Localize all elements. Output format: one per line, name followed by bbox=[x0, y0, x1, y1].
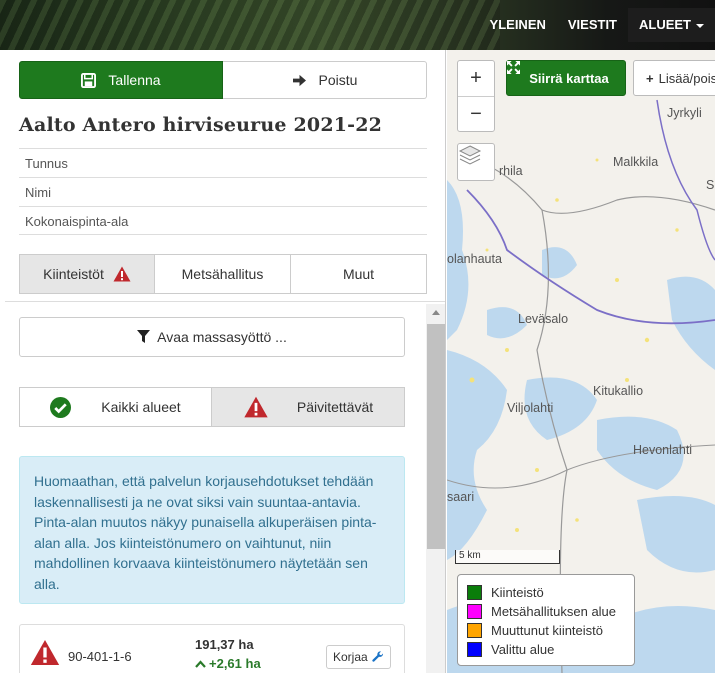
chevron-up-icon bbox=[195, 656, 206, 671]
caret-down-icon bbox=[696, 23, 704, 28]
area-change-value: +2,61 ha bbox=[209, 656, 261, 671]
area-edit-panel: Tallenna Poistu Aalto Antero hirviseurue… bbox=[5, 50, 446, 673]
plus-icon: + bbox=[646, 70, 654, 86]
warning-icon bbox=[30, 639, 60, 669]
kokonaispinta-ala-field[interactable]: Kokonaispinta-ala bbox=[19, 206, 427, 235]
wrench-icon bbox=[372, 651, 384, 663]
legend-label: Kiinteistö bbox=[491, 585, 544, 600]
property-list-scroll-area[interactable]: Avaa massasyöttö ... Kaikki alueet Päivi… bbox=[5, 302, 445, 673]
nav-alueet[interactable]: ALUEET bbox=[628, 8, 715, 42]
zoom-control: + − bbox=[457, 60, 495, 132]
scrollbar-thumb[interactable] bbox=[427, 324, 445, 549]
zoom-in-button[interactable]: + bbox=[458, 61, 494, 96]
fix-button-label: Korjaa bbox=[333, 650, 368, 664]
filter-icon bbox=[137, 330, 151, 344]
filter-updatable-label: Päivitettävät bbox=[296, 399, 374, 415]
tab-metsahallitus[interactable]: Metsähallitus bbox=[155, 254, 291, 294]
scrollbar[interactable] bbox=[426, 304, 445, 673]
save-button[interactable]: Tallenna bbox=[19, 61, 223, 99]
area-type-tabs: Kiinteistöt Metsähallitus Muut bbox=[19, 254, 427, 294]
map-place-label: olanhauta bbox=[447, 252, 502, 266]
action-buttons: Tallenna Poistu bbox=[19, 61, 427, 99]
area-filter-toggle: Kaikki alueet Päivitettävät bbox=[19, 387, 405, 427]
map-place-label: Viljolahti bbox=[507, 401, 554, 415]
sign-out-icon bbox=[292, 74, 307, 87]
exit-button-label: Poistu bbox=[318, 72, 358, 88]
scroll-up-arrow-icon[interactable] bbox=[432, 310, 440, 315]
area-change: +2,61 ha bbox=[195, 656, 261, 671]
nav-yleinen[interactable]: YLEINEN bbox=[479, 8, 557, 42]
nav-alueet-label: ALUEET bbox=[639, 17, 691, 32]
property-id: 90-401-1-6 bbox=[68, 649, 132, 664]
map-place-label: Leväsalo bbox=[518, 312, 569, 326]
legend-swatch bbox=[467, 623, 482, 638]
map-place-label: Kitukallio bbox=[593, 384, 644, 398]
property-area: 191,37 ha bbox=[195, 637, 254, 652]
open-mass-input-label: Avaa massasyöttö ... bbox=[157, 329, 287, 345]
layers-button[interactable] bbox=[457, 143, 495, 181]
map-view[interactable]: Jyrkyli Malkkila rhila S olanhauta Leväs… bbox=[447, 50, 715, 673]
tab-kiinteistot-label: Kiinteistöt bbox=[43, 266, 104, 282]
legend-swatch bbox=[467, 642, 482, 657]
page-title: Aalto Antero hirviseurue 2021-22 bbox=[19, 114, 383, 136]
tunnus-field[interactable]: Tunnus bbox=[19, 148, 427, 177]
legend-label: Valittu alue bbox=[491, 642, 555, 657]
navbar-background-image bbox=[0, 0, 500, 50]
legend-item: Metsähallituksen alue bbox=[467, 602, 625, 621]
legend-item: Kiinteistö bbox=[467, 583, 625, 602]
nimi-field[interactable]: Nimi bbox=[19, 177, 427, 206]
map-place-label: saari bbox=[447, 490, 475, 504]
tab-muut[interactable]: Muut bbox=[291, 254, 427, 294]
map-place-label: rhila bbox=[499, 164, 523, 178]
legend-label: Metsähallituksen alue bbox=[491, 604, 617, 619]
filter-updatable[interactable]: Päivitettävät bbox=[212, 387, 405, 427]
info-alert: Huomaathan, että palvelun korjausehdotuk… bbox=[19, 456, 405, 604]
filter-all-areas[interactable]: Kaikki alueet bbox=[19, 387, 212, 427]
add-remove-button[interactable]: + Lisää/poista bbox=[633, 60, 715, 96]
floppy-disk-icon bbox=[81, 72, 97, 88]
nav-viestit[interactable]: VIESTIT bbox=[557, 8, 628, 42]
legend-swatch bbox=[467, 585, 482, 600]
legend-item: Valittu alue bbox=[467, 640, 625, 659]
exit-button[interactable]: Poistu bbox=[223, 61, 427, 99]
fix-button[interactable]: Korjaa bbox=[326, 645, 391, 669]
move-map-label: Siirrä karttaa bbox=[529, 70, 609, 86]
main-nav: YLEINEN VIESTIT ALUEET bbox=[479, 8, 715, 42]
zoom-out-button[interactable]: − bbox=[458, 96, 494, 131]
map-place-label: S bbox=[706, 178, 715, 192]
filter-all-areas-label: Kaikki alueet bbox=[101, 399, 181, 415]
check-circle-icon bbox=[50, 396, 72, 418]
map-place-label: Hevonlahti bbox=[633, 443, 693, 457]
map-legend: Kiinteistö Metsähallituksen alue Muuttun… bbox=[457, 574, 635, 666]
top-navbar: YLEINEN VIESTIT ALUEET bbox=[0, 0, 715, 50]
tab-kiinteistot[interactable]: Kiinteistöt bbox=[19, 254, 155, 294]
legend-label: Muuttunut kiinteistö bbox=[491, 623, 604, 638]
map-place-label: Jyrkyli bbox=[667, 106, 702, 120]
add-remove-label: Lisää/poista bbox=[658, 70, 715, 86]
legend-swatch bbox=[467, 604, 482, 619]
save-button-label: Tallenna bbox=[108, 72, 161, 88]
map-place-label: Malkkila bbox=[613, 155, 659, 169]
legend-item: Muuttunut kiinteistö bbox=[467, 621, 625, 640]
open-mass-input-button[interactable]: Avaa massasyöttö ... bbox=[19, 317, 405, 357]
list-item: 90-401-1-6 191,37 ha +2,61 ha Korjaa bbox=[19, 624, 405, 673]
warning-icon bbox=[243, 396, 269, 418]
move-map-button[interactable]: Siirrä karttaa bbox=[506, 60, 626, 96]
warning-icon bbox=[113, 266, 131, 282]
map-scale-bar: 5 km bbox=[455, 550, 560, 564]
